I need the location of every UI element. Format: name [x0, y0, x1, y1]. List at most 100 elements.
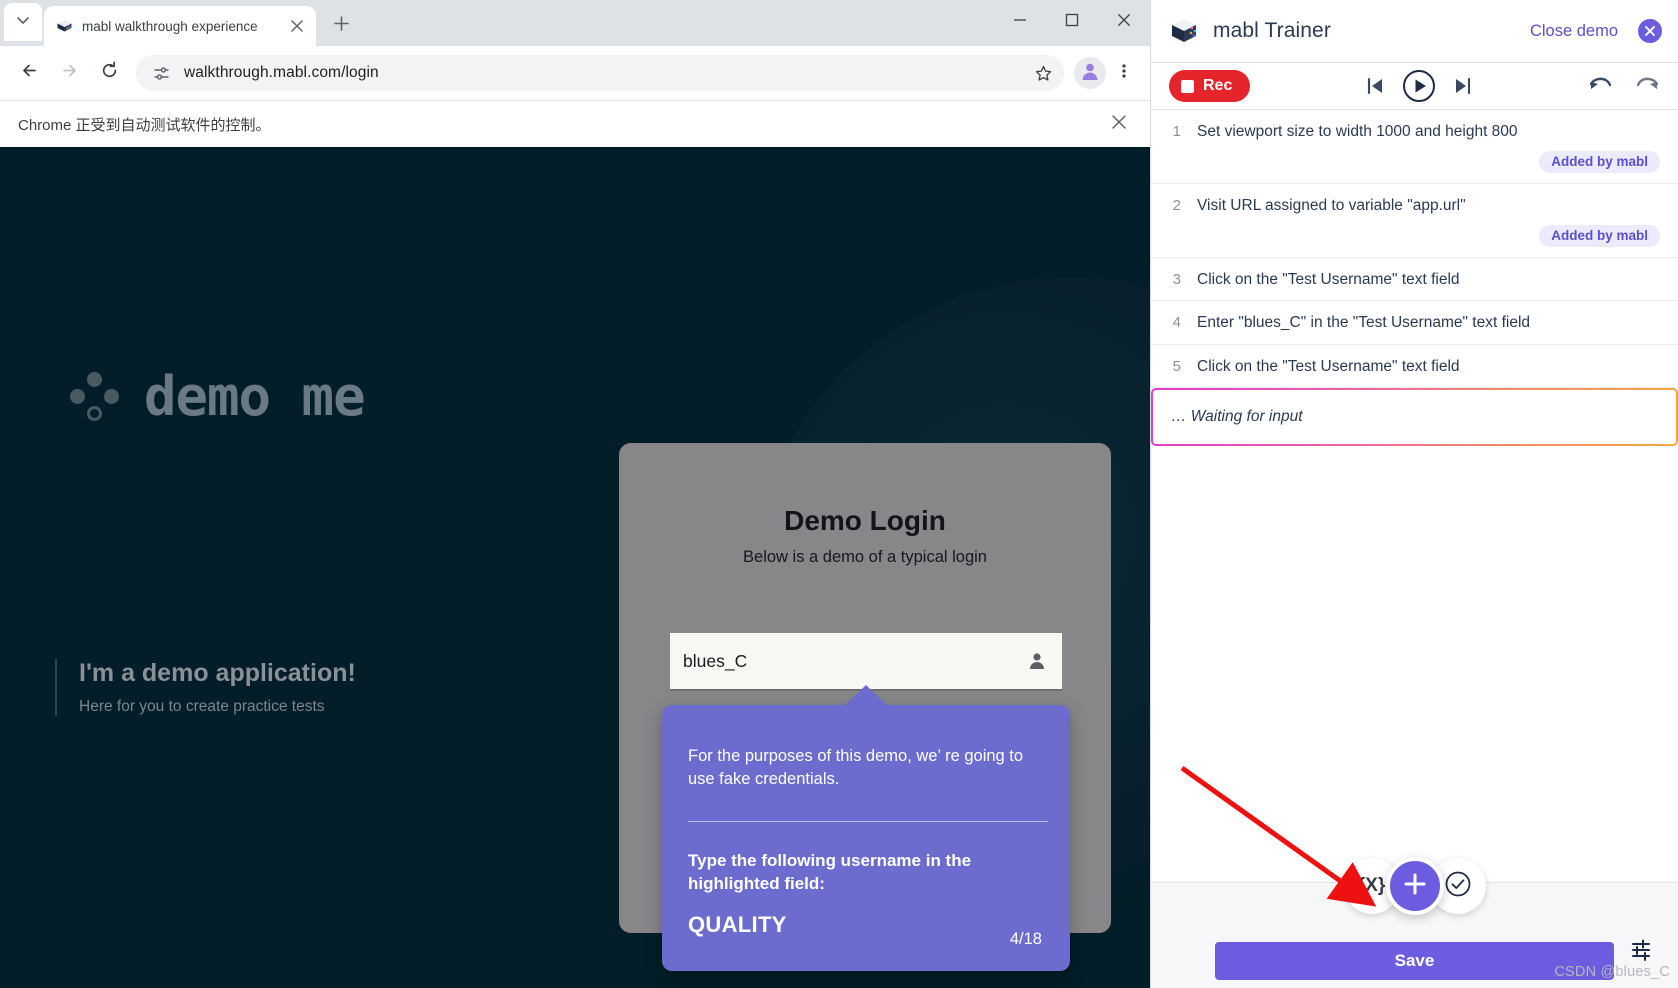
trainer-action-buttons: {X} [1343, 857, 1486, 915]
mabl-favicon [56, 18, 73, 35]
step-number: 3 [1172, 271, 1181, 289]
history-controls [1588, 75, 1660, 97]
minimize-button[interactable] [994, 0, 1046, 44]
waiting-for-input-row[interactable]: … Waiting for input [1151, 388, 1678, 446]
tooltip-divider [688, 820, 1048, 822]
back-button[interactable] [10, 54, 48, 92]
record-button-label: Rec [1203, 77, 1233, 94]
waiting-for-input-label: … Waiting for input [1171, 407, 1303, 425]
undo-icon[interactable] [1588, 75, 1614, 97]
window-close-icon [1117, 13, 1131, 32]
maximize-button[interactable] [1046, 0, 1098, 44]
username-input-value: blues_C [683, 650, 748, 671]
maximize-icon [1065, 13, 1079, 32]
variable-button-label: {X} [1357, 875, 1386, 896]
page-settings-icon[interactable] [148, 60, 174, 86]
site-logo: demo me [66, 365, 366, 428]
record-button[interactable]: Rec [1169, 70, 1251, 102]
screen-root: mabl walkthrough experience walkthrough.… [0, 0, 1678, 988]
tooltip-paragraph-2: Type the following username in the highl… [688, 850, 972, 893]
infobar-close-button[interactable] [1102, 107, 1136, 141]
automation-infobar-message: Chrome 正受到自动测试软件的控制。 [18, 116, 271, 134]
tooltip-paragraph-1: For the purposes of this demo, we’ re go… [688, 747, 1024, 789]
skip-previous-icon[interactable] [1364, 75, 1386, 97]
add-step-button[interactable] [1385, 857, 1444, 915]
trainer-header: mabl Trainer Close demo [1151, 0, 1678, 62]
table-row[interactable]: 1 Set viewport size to width 1000 and he… [1151, 110, 1678, 185]
status-badge: Added by mabl [1539, 151, 1660, 174]
tagline-heading: I'm a demo application! [79, 659, 356, 687]
new-tab-button[interactable] [325, 10, 357, 42]
step-badge-row: Added by mabl [1197, 225, 1660, 248]
username-field-wrapper: blues_C [670, 633, 1062, 691]
mabl-trainer-panel: mabl Trainer Close demo Rec 1 Set viewpo… [1150, 0, 1678, 988]
kebab-menu-icon [1116, 63, 1132, 84]
close-demo-button[interactable]: Close demo [1530, 22, 1618, 41]
step-number: 5 [1172, 357, 1181, 375]
close-circle-icon[interactable] [1638, 19, 1662, 43]
reload-button[interactable] [90, 54, 128, 92]
forward-button[interactable] [50, 54, 88, 92]
trainer-footer: {X} Save CSDN @blues_C [1151, 857, 1678, 988]
tooltip-step-counter: 4/18 [1009, 930, 1042, 948]
step-description: Click on the "Test Username" text field [1197, 271, 1460, 289]
window-controls [994, 0, 1150, 44]
address-bar[interactable]: walkthrough.mabl.com/login [136, 55, 1064, 91]
star-icon[interactable] [1028, 58, 1058, 88]
chevron-down-icon [15, 12, 31, 33]
web-page: demo me I'm a demo application! Here for… [0, 147, 1150, 988]
step-description: Set viewport size to width 1000 and heig… [1197, 123, 1518, 140]
close-icon [1111, 114, 1127, 135]
username-input[interactable]: blues_C [670, 633, 1062, 691]
redo-icon[interactable] [1634, 75, 1660, 97]
tab-close-icon[interactable] [286, 15, 308, 37]
site-logo-text: demo me [144, 365, 366, 428]
window-close-button[interactable] [1098, 0, 1150, 44]
step-number: 1 [1172, 123, 1181, 140]
tab-title: mabl walkthrough experience [82, 18, 258, 34]
trainer-step-list[interactable]: 1 Set viewport size to width 1000 and he… [1151, 110, 1678, 882]
step-badge-row: Added by mabl [1197, 151, 1660, 174]
table-row[interactable]: 2 Visit URL assigned to variable "app.ur… [1151, 184, 1678, 259]
person-icon [1026, 650, 1048, 672]
reload-icon [100, 61, 119, 85]
demo-me-dots-icon [66, 369, 122, 425]
watermark: CSDN @blues_C [1554, 964, 1670, 980]
tab-search-button[interactable] [4, 3, 42, 41]
step-number: 4 [1172, 314, 1181, 332]
arrow-left-icon [20, 61, 39, 85]
browser-window: mabl walkthrough experience walkthrough.… [0, 0, 1150, 988]
url-text: walkthrough.mabl.com/login [184, 64, 379, 81]
minimize-icon [1013, 13, 1027, 32]
plus-icon [333, 15, 350, 37]
table-row[interactable]: 4 Enter "blues_C" in the "Test Username"… [1151, 301, 1678, 345]
automation-infobar: Chrome 正受到自动测试软件的控制。 [0, 100, 1150, 147]
walkthrough-tooltip: For the purposes of this demo, we’ re go… [662, 685, 1070, 971]
playback-controls [1250, 69, 1588, 103]
browser-menu-button[interactable] [1108, 54, 1140, 92]
tooltip-answer: QUALITY [688, 911, 787, 937]
login-card-subtitle: Below is a demo of a typical login [743, 548, 987, 566]
step-body: Enter "blues_C" in the "Test Username" t… [1197, 313, 1660, 333]
table-row[interactable]: 3 Click on the "Test Username" text fiel… [1151, 258, 1678, 302]
check-circle-icon [1444, 870, 1472, 903]
plus-icon [1402, 871, 1428, 902]
trainer-title: mabl Trainer [1213, 19, 1331, 42]
step-number: 2 [1172, 197, 1181, 215]
tagline-subheading: Here for you to create practice tests [79, 698, 325, 715]
table-row[interactable]: 5 Click on the "Test Username" text fiel… [1151, 345, 1678, 388]
arrow-right-icon [60, 61, 79, 85]
tab-strip: mabl walkthrough experience [0, 0, 1150, 46]
skip-next-icon[interactable] [1452, 75, 1474, 97]
trainer-toolbar: Rec [1151, 62, 1678, 110]
stop-square-icon [1181, 79, 1194, 93]
status-badge: Added by mabl [1539, 225, 1660, 248]
browser-tab[interactable]: mabl walkthrough experience [44, 6, 316, 46]
step-body: Set viewport size to width 1000 and heig… [1197, 122, 1660, 174]
step-description: Visit URL assigned to variable "app.url" [1197, 197, 1466, 215]
profile-avatar[interactable] [1074, 57, 1106, 89]
tagline-block: I'm a demo application! Here for you to … [55, 659, 356, 716]
step-description: Click on the "Test Username" text field [1197, 357, 1460, 375]
play-circle-icon[interactable] [1402, 69, 1436, 103]
step-body: Click on the "Test Username" text field [1197, 357, 1660, 377]
